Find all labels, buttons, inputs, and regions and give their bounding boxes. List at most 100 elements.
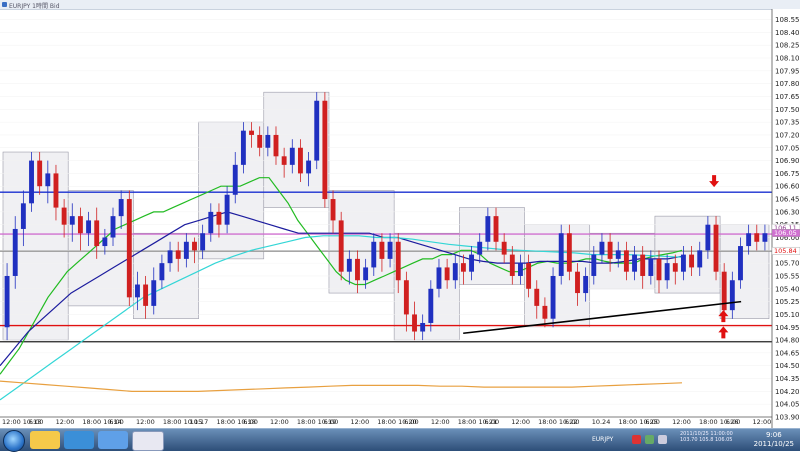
candle-body (322, 100, 328, 200)
candle-body (534, 288, 540, 306)
y-tick-label: 105.40 (775, 285, 800, 293)
y-tick-label: 106.30 (775, 208, 800, 216)
candle-body (126, 199, 132, 298)
tray-symbol: EURJPY (592, 436, 614, 443)
candle-body (607, 241, 613, 259)
candle-body (452, 263, 458, 281)
candle-body (363, 267, 369, 281)
start-button[interactable] (3, 430, 25, 452)
tray-quote-values: 103.70 105.8 106.05 (680, 437, 733, 443)
candle-body (167, 250, 173, 264)
candle-body (623, 250, 629, 272)
candle-body (289, 147, 295, 165)
candle-body (762, 233, 768, 242)
y-tick-label: 106.60 (775, 183, 800, 191)
alert-icon[interactable] (632, 435, 641, 444)
candle-body (37, 160, 43, 187)
media-player-icon[interactable] (64, 431, 94, 449)
y-tick-label: 107.35 (775, 119, 800, 127)
candle-body (387, 241, 393, 259)
arrow-up-icon (718, 326, 729, 339)
candle-body (493, 216, 499, 242)
y-tick-label: 107.05 (775, 144, 800, 152)
candle-body (143, 284, 149, 306)
y-tick-label: 104.95 (775, 324, 800, 332)
candle-body (183, 241, 189, 259)
y-tick-label: 107.65 (775, 93, 800, 101)
y-tick-label: 108.25 (775, 42, 800, 50)
candle-body (135, 284, 140, 298)
network-icon[interactable] (645, 435, 654, 444)
candle-body (697, 250, 703, 268)
candle-body (403, 280, 409, 315)
candle-body (518, 263, 523, 276)
y-tick-label: 105.10 (775, 311, 800, 319)
candle-body (615, 250, 621, 259)
x-tick-label: 12:00 (350, 418, 369, 426)
candle-body (192, 241, 197, 251)
candle-body (509, 254, 515, 276)
arrow-down-icon (709, 175, 720, 188)
candle-body (746, 233, 752, 247)
candle-body (151, 280, 157, 306)
range-box (719, 224, 770, 320)
candle-body (558, 233, 564, 276)
candle-body (29, 160, 34, 204)
candle-body (314, 100, 320, 161)
volume-icon[interactable] (658, 435, 667, 444)
moving-average-line (0, 380, 683, 392)
candle-body (420, 322, 426, 332)
candle-body (729, 280, 735, 311)
candle-body (281, 156, 287, 165)
x-tick-label: 10.24 (592, 418, 611, 426)
browser-icon[interactable] (98, 431, 128, 449)
candle-body (232, 164, 238, 195)
y-tick-label: 107.50 (775, 106, 800, 114)
y-tick-label: 105.55 (775, 272, 800, 280)
candle-body (395, 241, 401, 281)
candle-body (599, 241, 605, 255)
y-tick-label: 104.05 (775, 401, 800, 409)
x-tick-label: 6:00 (726, 418, 741, 426)
candle-body (705, 224, 711, 251)
range-boxes (2, 91, 770, 341)
x-tick-label: 6:00 (243, 418, 258, 426)
candle-body (444, 267, 450, 281)
candle-body (591, 254, 597, 276)
y-tick-label: 103.90 (775, 414, 800, 422)
candle-body (94, 220, 100, 247)
candle-body (86, 220, 92, 234)
trading-app-icon[interactable] (132, 431, 164, 451)
candle-body (12, 228, 18, 276)
clock[interactable]: 9:06 2011/10/25 (754, 431, 794, 449)
y-tick-label: 104.80 (775, 337, 800, 345)
candle-body (526, 263, 532, 289)
candle-body (672, 263, 678, 272)
folder-icon[interactable] (30, 431, 60, 449)
clock-date: 2011/10/25 (753, 440, 794, 448)
candle-body (118, 199, 124, 217)
candle-body (338, 220, 344, 272)
candle-body (208, 211, 214, 234)
system-tray: EURJPY 2011/10/25 11:00:00 103.70 105.8 … (590, 429, 800, 451)
x-tick-label: 10.17 (190, 418, 209, 426)
candle-body (664, 263, 670, 281)
candle-body (159, 263, 165, 281)
candle-body (69, 216, 75, 225)
candle-body (412, 314, 417, 332)
x-tick-label: 12:00 (672, 418, 691, 426)
candle-body (53, 173, 59, 208)
price-chart[interactable]: 108.55 108.40 108.25 108.10 107.95 107.80 107.… (0, 9, 800, 428)
y-tick-label: 105.70 (775, 260, 800, 268)
candle-body (371, 241, 377, 268)
range-box (393, 232, 460, 341)
candle-body (542, 305, 548, 319)
x-tick-label: 12:00 (136, 418, 155, 426)
candle-body (224, 194, 230, 225)
candle-body (102, 237, 108, 247)
candle-body (689, 254, 695, 268)
candle-body (754, 233, 760, 242)
candle-body (428, 288, 434, 323)
price-tag-label: 105.84 (774, 247, 797, 255)
candle-body (640, 254, 646, 276)
